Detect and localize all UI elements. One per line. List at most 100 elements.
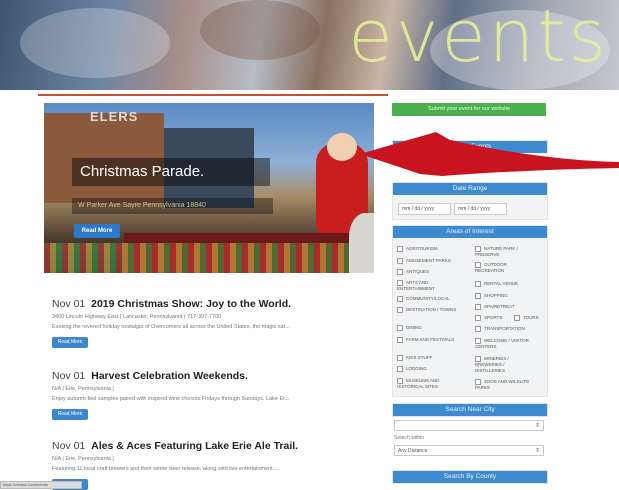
- header-divider: [38, 94, 388, 96]
- event-name[interactable]: 2019 Christmas Show: Joy to the World.: [91, 298, 291, 310]
- interest-label: SHOPPING: [484, 293, 508, 299]
- event-item: Nov 01 Ales & Aces Featuring Lake Erie A…: [52, 440, 382, 490]
- interest-label: ANTIQUES: [406, 269, 430, 275]
- chevron-updown-icon: ⇕: [534, 423, 540, 429]
- event-item: Nov 01 Harvest Celebration Weekends. N/A…: [52, 370, 382, 420]
- banner-photo-region: [200, 0, 320, 60]
- event-read-more-button[interactable]: Read More: [52, 337, 88, 348]
- event-location: 3400 Lincoln Highway East | Lancaster, P…: [52, 314, 222, 320]
- event-name[interactable]: Harvest Celebration Weekends.: [91, 370, 248, 382]
- interest-label: RENTAL VENUE: [484, 281, 519, 287]
- hero-title[interactable]: Christmas Parade.: [72, 158, 270, 186]
- interest-label: LODGING: [406, 366, 427, 372]
- distance-value: Any Distance: [398, 448, 428, 454]
- interest-label: AGRITOURISM: [406, 246, 438, 252]
- interest-label: KIDS STUFF: [406, 355, 433, 361]
- interest-checkbox[interactable]: LODGING: [397, 366, 427, 372]
- checkbox-icon[interactable]: [397, 307, 403, 313]
- checkbox-icon[interactable]: [475, 304, 481, 310]
- interest-checkbox[interactable]: ARTS AND ENTERTAINMENT: [397, 280, 465, 292]
- checkbox-icon[interactable]: [397, 296, 403, 302]
- submit-event-button[interactable]: Submit your event for our website: [392, 103, 546, 116]
- interest-checkbox[interactable]: COMMUNITY/LOCAL: [397, 296, 450, 302]
- interest-label: DESTINATION / TOWNS: [406, 307, 457, 313]
- interest-checkbox[interactable]: DINING: [397, 325, 422, 331]
- interest-label: NATURE PARK / PRESERVE: [475, 246, 518, 258]
- event-read-more-button[interactable]: Read More: [52, 409, 88, 420]
- header-banner: events: [0, 0, 619, 90]
- status-bar: https://visitpa.com/events: [0, 481, 82, 489]
- checkbox-icon[interactable]: [475, 356, 481, 362]
- interest-checkbox[interactable]: OUTDOOR RECREATION: [475, 262, 535, 274]
- checkbox-icon[interactable]: [475, 326, 481, 332]
- interest-checkbox[interactable]: KIDS STUFF: [397, 355, 432, 361]
- interest-checkbox[interactable]: ANTIQUES: [397, 269, 429, 275]
- interest-checkbox[interactable]: AGRITOURISM: [397, 246, 438, 252]
- city-select[interactable]: ⇕: [394, 420, 544, 431]
- checkbox-icon[interactable]: [475, 315, 481, 321]
- interest-label: TRANSPORTATION: [484, 326, 525, 332]
- checkbox-icon[interactable]: [475, 246, 481, 252]
- interest-label: AMUSEMENT PARKS: [406, 258, 451, 264]
- distance-select[interactable]: Any Distance ⇕: [394, 445, 544, 456]
- interest-checkbox[interactable]: TRANSPORTATION: [475, 326, 525, 332]
- interest-checkbox[interactable]: SHOPPING: [475, 293, 508, 299]
- event-title[interactable]: Nov 01 2019 Christmas Show: Joy to the W…: [52, 298, 382, 310]
- event-description: Enjoy autumn-feel samples paired with in…: [52, 396, 290, 402]
- checkbox-icon[interactable]: [397, 337, 403, 343]
- chevron-updown-icon: ⇕: [534, 448, 540, 454]
- hero-read-more-button[interactable]: Read More: [74, 224, 120, 238]
- checkbox-icon[interactable]: [475, 293, 481, 299]
- search-by-county-panel: Search By County: [392, 470, 548, 484]
- event-title[interactable]: Nov 01 Harvest Celebration Weekends.: [52, 370, 382, 382]
- interest-checkbox[interactable]: SPA/RETREAT: [475, 304, 515, 310]
- decorated-tree: [349, 213, 374, 273]
- checkbox-icon[interactable]: [397, 355, 403, 361]
- interest-label: DINING: [406, 325, 422, 331]
- interest-checkbox[interactable]: AMUSEMENT PARKS: [397, 258, 451, 264]
- checkbox-icon[interactable]: [397, 378, 403, 384]
- event-description: Featuring 11 local craft brewers and the…: [52, 466, 279, 472]
- interest-checkbox[interactable]: RENTAL VENUE: [475, 281, 518, 287]
- search-near-city-panel: Search Near City: [392, 403, 548, 417]
- interest-checkbox[interactable]: MUSEUMS AND HISTORICAL SITES: [397, 378, 461, 390]
- interest-label: COMMUNITY/LOCAL: [406, 296, 450, 302]
- checkbox-icon[interactable]: [514, 315, 520, 321]
- interest-checkbox[interactable]: DESTINATION / TOWNS: [397, 307, 457, 313]
- interest-label: SPORTS: [484, 315, 503, 321]
- checkbox-icon[interactable]: [475, 262, 481, 268]
- checkbox-icon[interactable]: [397, 325, 403, 331]
- search-within-label: Search within: [394, 435, 425, 441]
- checkbox-icon[interactable]: [475, 281, 481, 287]
- checkbox-icon[interactable]: [397, 280, 403, 286]
- interest-checkbox[interactable]: SPORTS: [475, 315, 502, 321]
- interest-label: SPA/RETREAT: [484, 304, 515, 310]
- hero-image[interactable]: ELERS: [44, 103, 374, 273]
- search-near-city-header: Search Near City: [393, 404, 547, 416]
- checkbox-icon[interactable]: [397, 366, 403, 372]
- search-by-county-header: Search By County: [393, 471, 547, 483]
- parade-lights: [44, 243, 374, 273]
- interest-checkbox[interactable]: TOURS: [514, 315, 539, 321]
- event-name[interactable]: Ales & Aces Featuring Lake Erie Ale Trai…: [91, 440, 298, 452]
- event-date: Nov 01: [52, 370, 86, 382]
- event-date: Nov 01: [52, 440, 86, 452]
- interest-label: MUSEUMS AND HISTORICAL SITES: [397, 378, 440, 390]
- annotation-arrow-icon: [360, 132, 619, 176]
- checkbox-icon[interactable]: [397, 269, 403, 275]
- interest-checkbox[interactable]: WELCOME / VISITOR CENTERS: [475, 338, 541, 350]
- banner-photo-region: [20, 8, 170, 78]
- interest-checkbox[interactable]: WINERIES / BREWERIES / DISTILLERIES: [475, 356, 535, 374]
- interest-checkbox[interactable]: FARM AND FESTIVALS: [397, 337, 457, 343]
- checkbox-icon[interactable]: [397, 258, 403, 264]
- areas-of-interest-header: Areas of Interest: [393, 226, 547, 238]
- event-item: Nov 01 2019 Christmas Show: Joy to the W…: [52, 298, 382, 348]
- event-title[interactable]: Nov 01 Ales & Aces Featuring Lake Erie A…: [52, 440, 382, 452]
- interest-checkbox[interactable]: NATURE PARK / PRESERVE: [475, 246, 541, 258]
- checkbox-icon[interactable]: [397, 246, 403, 252]
- interest-label: TOURS: [523, 315, 539, 321]
- interest-checkbox[interactable]: ZOOS AND WILDLIFE PARKS: [475, 379, 541, 391]
- event-date: Nov 01: [52, 298, 86, 310]
- checkbox-icon[interactable]: [475, 379, 481, 385]
- checkbox-icon[interactable]: [475, 338, 481, 344]
